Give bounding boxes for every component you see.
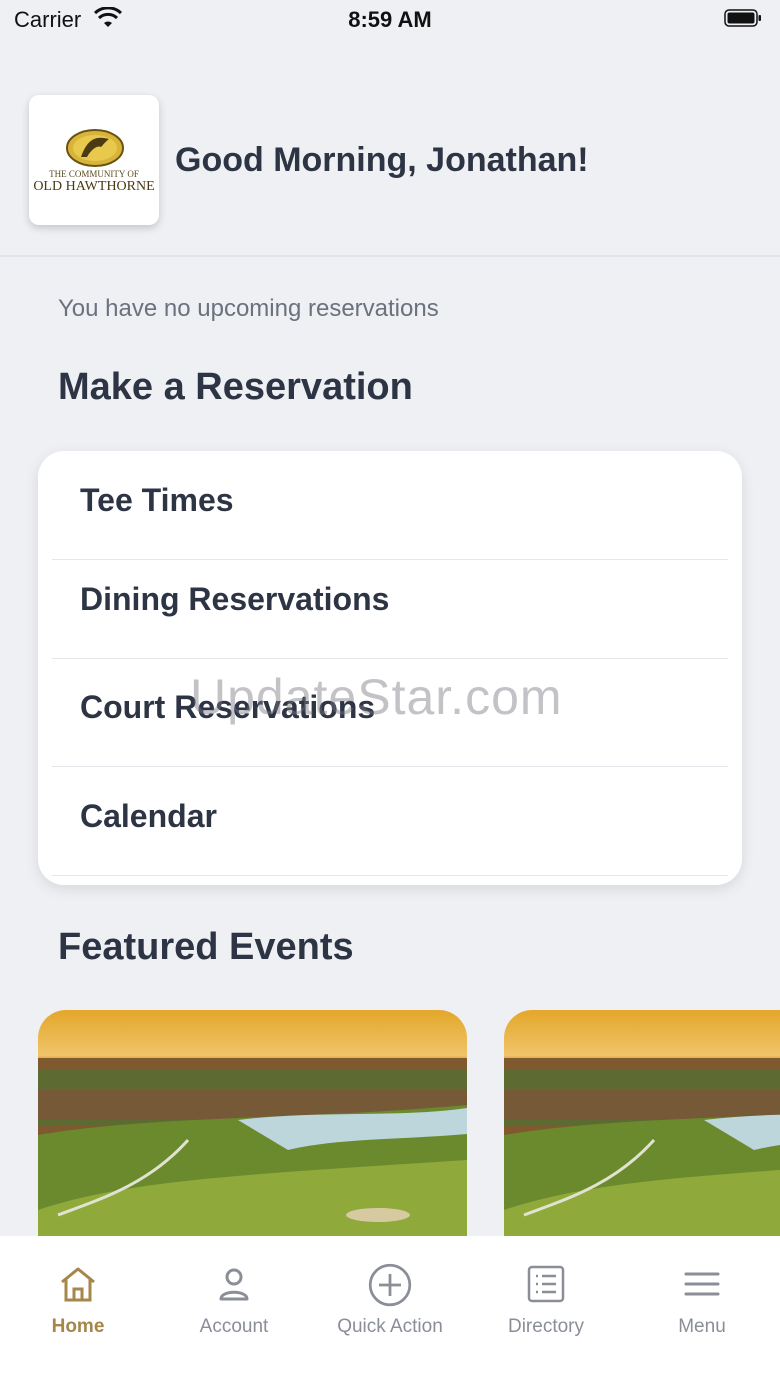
option-label: Tee Times (80, 482, 234, 518)
status-bar: Carrier 8:59 AM (0, 0, 780, 40)
greeting-text: Good Morning, Jonathan! (175, 141, 589, 179)
logo-wordmark: OLD HAWTHORNE (33, 179, 155, 194)
tab-home[interactable]: Home (0, 1236, 156, 1346)
tab-label: Directory (507, 1316, 584, 1337)
horse-logo-icon (66, 129, 124, 167)
featured-events-title: Featured Events (58, 926, 354, 968)
option-label: Calendar (80, 798, 217, 834)
tab-quick-action[interactable]: Quick Action (312, 1236, 468, 1346)
header: THE COMMUNITY OF OLD HAWTHORNE Good Morn… (0, 40, 780, 257)
logo-subtext: THE COMMUNITY OF (49, 169, 139, 179)
tab-menu[interactable]: Menu (624, 1236, 780, 1346)
event-image (38, 1010, 467, 1236)
option-label: Court Reservations (80, 689, 376, 725)
reservation-options-card: Tee Times Dining Reservations Court Rese… (38, 451, 742, 885)
tab-bar: Home Account Quick Action Directory Menu (0, 1236, 780, 1387)
tee-times-option[interactable]: Tee Times (52, 451, 728, 560)
event-card[interactable] (38, 1010, 467, 1236)
clock: 8:59 AM (348, 7, 432, 32)
tab-directory[interactable]: Directory (468, 1236, 624, 1346)
make-reservation-title: Make a Reservation (58, 366, 413, 408)
tab-account[interactable]: Account (156, 1236, 312, 1346)
tab-label: Home (51, 1316, 105, 1337)
event-card[interactable] (504, 1010, 780, 1236)
hamburger-icon (684, 1272, 720, 1296)
option-label: Dining Reservations (80, 581, 390, 617)
event-image (504, 1010, 780, 1236)
home-icon (61, 1267, 95, 1302)
tab-label: Menu (678, 1316, 726, 1337)
court-reservations-option[interactable]: Court Reservations (52, 658, 728, 767)
tab-label: Quick Action (337, 1316, 443, 1337)
battery-icon (724, 9, 761, 27)
list-document-icon (527, 1265, 565, 1303)
calendar-option[interactable]: Calendar (52, 767, 728, 876)
tab-label: Account (199, 1316, 269, 1337)
user-icon (219, 1268, 249, 1301)
no-reservations-message: You have no upcoming reservations (58, 295, 439, 322)
plus-circle-icon (368, 1263, 412, 1307)
dining-reservations-option[interactable]: Dining Reservations (52, 550, 728, 659)
club-logo: THE COMMUNITY OF OLD HAWTHORNE (29, 95, 159, 225)
